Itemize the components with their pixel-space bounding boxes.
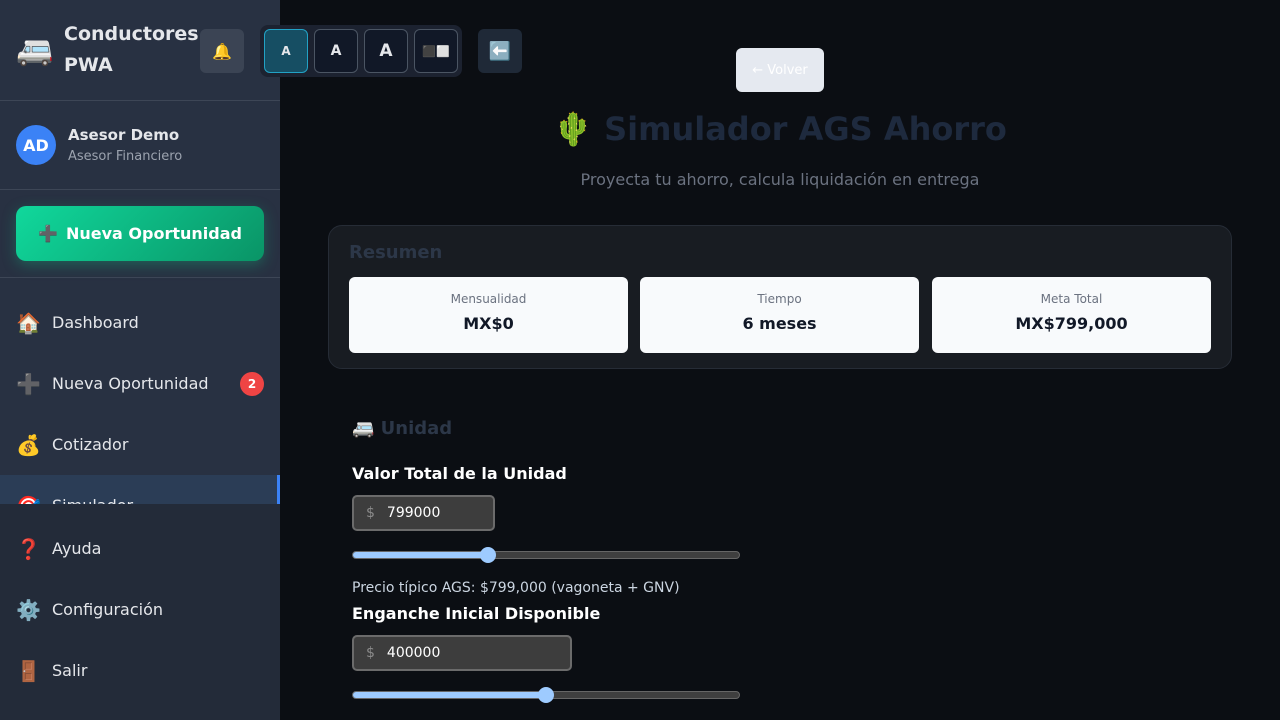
user-role: Asesor Financiero bbox=[68, 149, 183, 164]
sidebar-item-configuracion[interactable]: ⚙️ Configuración bbox=[0, 579, 280, 640]
unit-price-hint: Precio típico AGS: $799,000 (vagoneta + … bbox=[352, 580, 680, 596]
user-profile: AD Asesor Demo Asesor Financiero bbox=[0, 101, 280, 190]
summary-card-meta-total: Meta Total MX$799,000 bbox=[932, 277, 1211, 353]
down-payment-text: 400000 bbox=[386, 645, 441, 661]
bell-icon: 🔔 bbox=[212, 41, 232, 61]
currency-symbol: $ bbox=[366, 505, 375, 521]
down-payment-label: Enganche Inicial Disponible bbox=[352, 604, 601, 623]
user-name: Asesor Demo bbox=[68, 126, 180, 144]
summary-title: Resumen bbox=[349, 242, 443, 263]
sidebar-item-label: Nueva Oportunidad bbox=[52, 374, 209, 393]
sidebar-item-salir[interactable]: 🚪 Salir bbox=[0, 640, 280, 701]
target-icon: 🎯 bbox=[16, 494, 52, 505]
font-size-medium-button[interactable]: A bbox=[314, 29, 358, 73]
new-opportunity-button[interactable]: ➕ Nueva Oportunidad bbox=[16, 206, 264, 261]
card-value: MX$0 bbox=[463, 314, 514, 333]
app-title: Conductores PWA bbox=[64, 23, 199, 76]
card-label: Mensualidad bbox=[450, 292, 527, 306]
user-info: Asesor Demo Asesor Financiero bbox=[68, 126, 182, 164]
currency-symbol: $ bbox=[366, 645, 375, 661]
notifications-button[interactable]: 🔔 bbox=[200, 29, 244, 73]
sidebar-item-label: Ayuda bbox=[52, 539, 102, 558]
contrast-toggle-button[interactable]: ⬛⬜ bbox=[414, 29, 458, 73]
summary-card-tiempo: Tiempo 6 meses bbox=[640, 277, 919, 353]
font-size-small-button[interactable]: A bbox=[264, 29, 308, 73]
font-size-large-button[interactable]: A bbox=[364, 29, 408, 73]
page-title: 🌵 Simulador AGS Ahorro bbox=[553, 110, 1007, 148]
sidebar-item-label: Dashboard bbox=[52, 313, 139, 332]
door-icon: 🚪 bbox=[16, 658, 41, 683]
down-payment-slider[interactable] bbox=[352, 687, 740, 703]
sidebar-item-label: Configuración bbox=[52, 600, 164, 619]
avatar: AD bbox=[16, 125, 56, 165]
sidebar-item-label: Cotizador bbox=[52, 435, 129, 454]
back-arrow-button[interactable]: ⬅️ bbox=[478, 29, 522, 73]
page-subtitle: Proyecta tu ahorro, calcula liquidación … bbox=[580, 170, 980, 189]
unit-value-text: 799000 bbox=[386, 505, 441, 521]
plus-icon: ➕ bbox=[38, 224, 58, 243]
van-icon: 🚐 bbox=[16, 32, 54, 68]
card-value: 6 meses bbox=[742, 314, 817, 333]
plus-icon: ➕ bbox=[16, 371, 41, 396]
sidebar: 🚐 Conductores PWA AD Asesor Demo Asesor … bbox=[0, 0, 280, 720]
unit-value-slider[interactable] bbox=[352, 547, 740, 563]
sidebar-item-label: Salir bbox=[52, 661, 88, 680]
notification-badge: 2 bbox=[240, 371, 264, 396]
slider-thumb[interactable] bbox=[480, 547, 497, 563]
card-label: Tiempo bbox=[757, 292, 802, 306]
question-icon: ❓ bbox=[16, 536, 41, 561]
sidebar-item-label: Simulador bbox=[52, 496, 133, 504]
sidebar-nav: 🏠 Dashboard ➕ Nueva Oportunidad 2 💰 Coti… bbox=[0, 292, 280, 504]
sidebar-item-nueva-oportunidad[interactable]: ➕ Nueva Oportunidad 2 bbox=[0, 353, 280, 414]
unit-section-heading: 🚐 Unidad bbox=[352, 418, 453, 439]
new-opportunity-label: Nueva Oportunidad bbox=[65, 224, 242, 243]
sidebar-footer-nav: ❓ Ayuda ⚙️ Configuración 🚪 Salir bbox=[0, 504, 280, 720]
summary-card-mensualidad: Mensualidad MX$0 bbox=[349, 277, 628, 353]
down-payment-input[interactable]: $ 400000 bbox=[352, 635, 572, 671]
unit-value-label: Valor Total de la Unidad bbox=[352, 464, 567, 483]
contrast-icon: ⬛⬜ bbox=[422, 44, 450, 58]
gear-icon: ⚙️ bbox=[16, 597, 41, 622]
card-value: MX$799,000 bbox=[1015, 314, 1128, 333]
back-button[interactable]: ← Volver bbox=[736, 48, 824, 92]
slider-thumb[interactable] bbox=[538, 687, 554, 703]
sidebar-item-cotizador[interactable]: 💰 Cotizador bbox=[0, 414, 280, 475]
money-bag-icon: 💰 bbox=[16, 432, 41, 457]
unit-value-input[interactable]: $ 799000 bbox=[352, 495, 495, 531]
sidebar-item-simulador[interactable]: 🎯 Simulador bbox=[0, 475, 280, 504]
summary-panel: Resumen Mensualidad MX$0 Tiempo 6 meses … bbox=[328, 225, 1232, 369]
arrow-left-icon: ⬅️ bbox=[488, 40, 512, 62]
slider-fill bbox=[353, 692, 546, 698]
new-opportunity-section: ➕ Nueva Oportunidad bbox=[0, 190, 280, 278]
slider-fill bbox=[353, 552, 489, 558]
font-size-controls: A A A ⬛⬜ bbox=[260, 25, 462, 77]
sidebar-item-dashboard[interactable]: 🏠 Dashboard bbox=[0, 292, 280, 353]
card-label: Meta Total bbox=[1040, 292, 1103, 306]
sidebar-item-ayuda[interactable]: ❓ Ayuda bbox=[0, 518, 280, 579]
home-icon: 🏠 bbox=[16, 310, 41, 335]
